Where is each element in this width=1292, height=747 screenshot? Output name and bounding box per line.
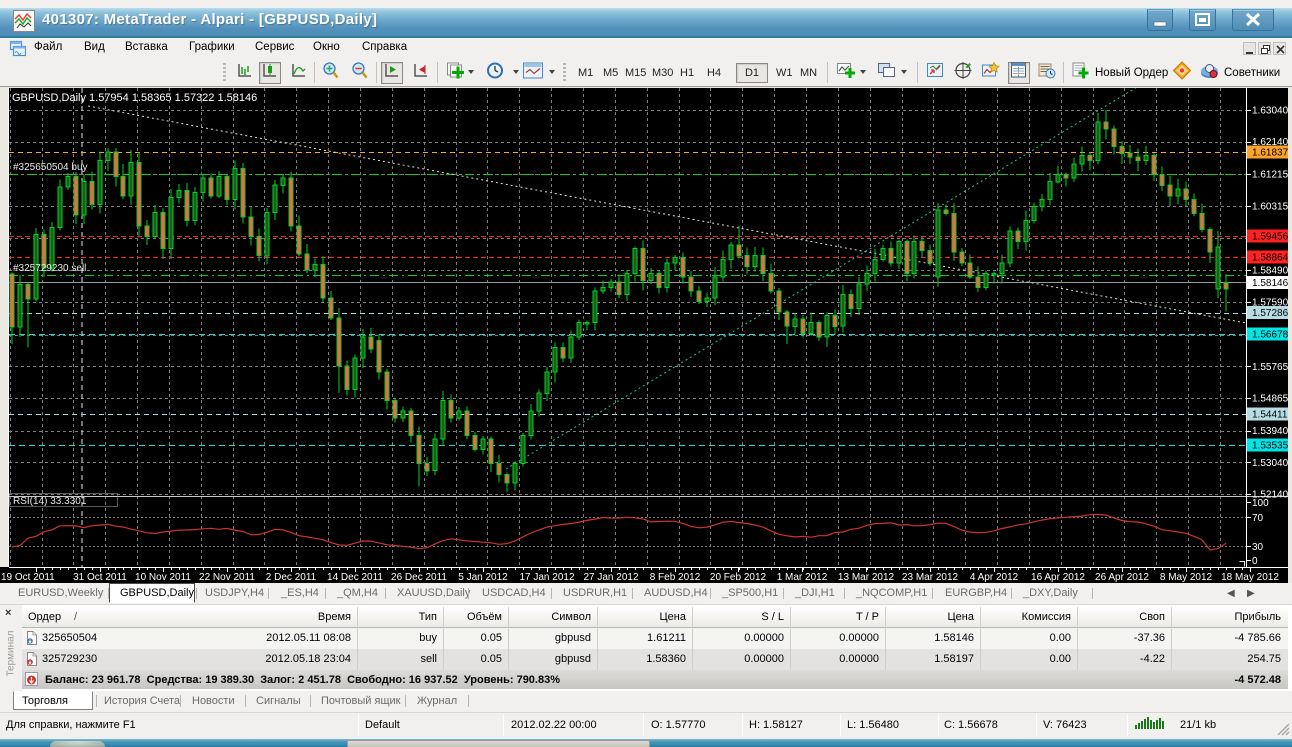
svg-text:14 Dec 2011: 14 Dec 2011 xyxy=(327,572,383,583)
svg-text:26 Apr 2012: 26 Apr 2012 xyxy=(1095,572,1149,583)
svg-text:1.56678: 1.56678 xyxy=(1252,330,1289,341)
svg-text:30: 30 xyxy=(1252,542,1264,553)
svg-text:31 Oct 2011: 31 Oct 2011 xyxy=(73,572,127,583)
svg-text:1.54865: 1.54865 xyxy=(1252,394,1289,405)
svg-text:13 Mar 2012: 13 Mar 2012 xyxy=(838,572,895,583)
svg-text:1.63040: 1.63040 xyxy=(1252,105,1289,116)
svg-text:8 May 2012: 8 May 2012 xyxy=(1160,572,1213,583)
svg-text:1.53040: 1.53040 xyxy=(1252,458,1289,469)
svg-text:1.61215: 1.61215 xyxy=(1252,170,1289,181)
svg-text:8 Feb 2012: 8 Feb 2012 xyxy=(650,572,701,583)
svg-text:4 Apr 2012: 4 Apr 2012 xyxy=(970,572,1019,583)
svg-text:23 Mar 2012: 23 Mar 2012 xyxy=(902,572,959,583)
svg-text:26 Dec 2011: 26 Dec 2011 xyxy=(391,572,447,583)
svg-text:70: 70 xyxy=(1252,513,1264,524)
svg-text:1.57286: 1.57286 xyxy=(1252,308,1289,319)
svg-text:1 Mar 2012: 1 Mar 2012 xyxy=(777,572,828,583)
svg-text:1.59456: 1.59456 xyxy=(1252,232,1289,243)
svg-text:18 May 2012: 18 May 2012 xyxy=(1221,572,1279,583)
svg-text:1.53535: 1.53535 xyxy=(1252,440,1289,451)
svg-text:10 Nov 2011: 10 Nov 2011 xyxy=(135,572,191,583)
svg-text:1.58864: 1.58864 xyxy=(1252,253,1289,264)
svg-text:1.53940: 1.53940 xyxy=(1252,426,1289,437)
svg-text:RSI(14) 33.3301: RSI(14) 33.3301 xyxy=(13,496,87,507)
svg-text:1.60315: 1.60315 xyxy=(1252,201,1289,212)
svg-text:1.61837: 1.61837 xyxy=(1252,148,1289,159)
svg-text:1.55765: 1.55765 xyxy=(1252,362,1289,373)
svg-text:17 Jan 2012: 17 Jan 2012 xyxy=(519,572,574,583)
svg-text:16 Apr 2012: 16 Apr 2012 xyxy=(1031,572,1085,583)
svg-text:100: 100 xyxy=(1252,498,1269,509)
svg-text:5 Jan 2012: 5 Jan 2012 xyxy=(458,572,508,583)
svg-text:#325650504 buy: #325650504 buy xyxy=(13,162,88,173)
svg-text:GBPUSD,Daily 1.57954 1.58365: GBPUSD,Daily 1.57954 1.58365 1.57322 1.5… xyxy=(12,92,257,104)
svg-text:1.58146: 1.58146 xyxy=(1252,278,1289,289)
svg-text:2 Dec 2011: 2 Dec 2011 xyxy=(266,572,317,583)
svg-text:1.58490: 1.58490 xyxy=(1252,266,1289,277)
svg-text:27 Jan 2012: 27 Jan 2012 xyxy=(583,572,638,583)
svg-text:20 Feb 2012: 20 Feb 2012 xyxy=(710,572,767,583)
svg-text:22 Nov 2011: 22 Nov 2011 xyxy=(199,572,255,583)
svg-text:#325729230 sell: #325729230 sell xyxy=(13,263,86,274)
svg-text:19 Oct 2011: 19 Oct 2011 xyxy=(1,572,55,583)
svg-text:1.54411: 1.54411 xyxy=(1252,410,1288,421)
svg-text:0: 0 xyxy=(1252,556,1258,567)
